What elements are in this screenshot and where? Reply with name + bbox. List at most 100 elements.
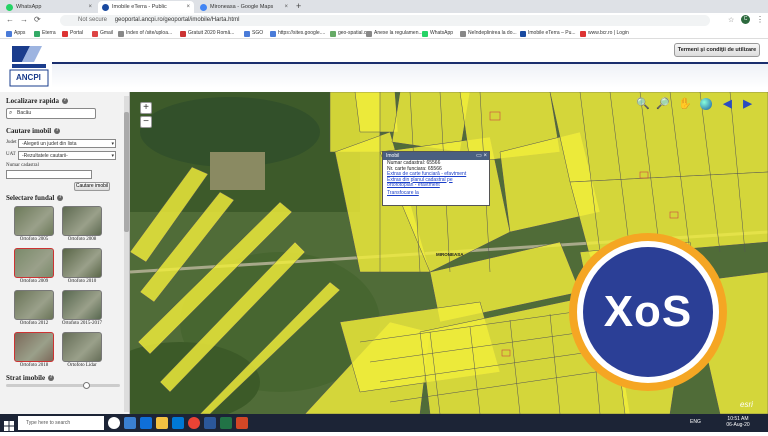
basemap-thumbnail[interactable] — [62, 248, 102, 278]
profile-avatar[interactable]: C — [741, 15, 750, 24]
zoom-out-button[interactable]: − — [140, 116, 152, 128]
county-select[interactable]: -Alegeti un judet din lista ▾ — [18, 139, 116, 148]
bookmark-item[interactable]: WhatsApp — [422, 29, 453, 38]
scrollbar-thumb[interactable] — [124, 112, 129, 232]
word-icon[interactable] — [204, 417, 216, 429]
popup-link-zoom[interactable]: Transfocare la — [383, 190, 489, 197]
county-label: Judet — [6, 140, 17, 145]
parcel-popup: Imobil ▭ × Numar cadastral: 65566 Nr. ca… — [382, 151, 490, 206]
bookmark-item[interactable]: SGO — [244, 29, 263, 38]
popup-close-icon[interactable]: ▭ × — [476, 152, 487, 160]
file-explorer-icon[interactable] — [156, 417, 168, 429]
bookmark-item[interactable]: Portal — [62, 29, 83, 38]
xos-watermark-logo: XoS — [583, 247, 713, 377]
app-icon[interactable] — [236, 417, 248, 429]
google-maps-icon — [200, 4, 207, 11]
basemap-thumbnail-label: Ortofoto Lidar — [67, 363, 97, 368]
terms-button[interactable]: Termeni şi condiţii de utilizare — [674, 43, 760, 57]
basemap-thumbnail[interactable] — [62, 206, 102, 236]
url-input[interactable]: Not secure geoportal.ancpi.ro/geoportal/… — [60, 15, 710, 26]
menu-icon[interactable]: ⋮ — [756, 15, 764, 24]
task-view-icon[interactable] — [124, 417, 136, 429]
tab-whatsapp[interactable]: WhatsApp × — [2, 1, 96, 13]
pan-hand-icon[interactable]: ✋ — [678, 98, 692, 111]
basemap-thumbnail-label: Ortofoto 2010 — [67, 279, 97, 284]
search-title: Cautare imobil? — [6, 127, 61, 135]
basemap-thumbnail[interactable] — [14, 290, 54, 320]
help-icon[interactable]: ? — [48, 375, 55, 382]
help-icon[interactable]: ? — [57, 195, 64, 202]
uat-label: UAT — [6, 152, 16, 157]
bookmark-item[interactable]: https://sites.google.... — [270, 29, 325, 38]
forward-button[interactable]: → — [20, 15, 28, 25]
bookmark-item[interactable]: Gmail — [92, 29, 113, 38]
basemap-thumbnail[interactable] — [14, 206, 54, 236]
layer-opacity-slider[interactable] — [6, 384, 120, 387]
whatsapp-icon — [6, 4, 13, 11]
globe-icon[interactable] — [700, 98, 712, 110]
taskbar-clock[interactable]: 10:51 AM 06-Aug-20 — [718, 416, 758, 428]
slider-handle[interactable] — [82, 382, 90, 389]
quick-locate-input[interactable]: ⌕ Bacău — [6, 108, 96, 119]
zoom-in-button[interactable]: + — [140, 102, 152, 114]
address-bar-row: ← → ⟳ Not secure geoportal.ancpi.ro/geop… — [0, 13, 768, 28]
help-icon[interactable]: ? — [61, 98, 68, 105]
bookmark-item[interactable]: Imobile eTerra – Pu... — [520, 29, 576, 38]
excel-icon[interactable] — [220, 417, 232, 429]
cortana-icon[interactable] — [108, 417, 120, 429]
esri-attribution: esri — [740, 400, 753, 409]
bookmarks-bar: Apps Eterra Portal Gmail Index of /site/uplo… — [0, 28, 768, 39]
cadastral-input[interactable] — [6, 170, 92, 179]
layers-title: Strat imobile? — [6, 374, 55, 382]
bookmark-item[interactable]: Index of /site/uploa... — [118, 29, 172, 38]
bookmark-item[interactable]: Eterra — [34, 29, 56, 38]
close-icon[interactable]: × — [88, 1, 92, 13]
bookmark-item[interactable]: geo-spatial.org — [330, 29, 371, 38]
browser-tab-bar: WhatsApp × Imobile eTerra - Public × Mir… — [0, 0, 768, 13]
basemap-thumbnail-label: Ortofoto 2012 — [19, 321, 49, 326]
help-icon[interactable]: ? — [54, 128, 61, 135]
popup-header: Imobil ▭ × — [383, 152, 489, 160]
arrow-right-icon[interactable]: ▶ — [741, 98, 754, 111]
basemap-thumbnail[interactable] — [14, 248, 54, 278]
cadastral-label: Numar cadastral — [6, 163, 39, 168]
arrow-left-icon[interactable]: ◀ — [721, 98, 734, 111]
header-band — [52, 62, 768, 88]
close-icon[interactable]: × — [284, 1, 288, 13]
chrome-icon[interactable] — [188, 417, 200, 429]
tab-imobile-eterra[interactable]: Imobile eTerra - Public × — [98, 1, 194, 13]
new-tab-button[interactable]: + — [296, 0, 301, 13]
bookmark-item[interactable]: Anexe la regulamen... — [366, 29, 423, 38]
bookmark-item[interactable]: Gratuit 2020 Româ... — [180, 29, 234, 38]
search-icon: ⌕ — [9, 110, 13, 116]
chevron-down-icon: ▾ — [111, 153, 114, 159]
tab-google-maps[interactable]: Mironeasa - Google Maps × — [196, 1, 292, 13]
basemap-thumbnail-label: Ortofoto 2015-2017 — [61, 321, 103, 326]
bookmark-item[interactable]: www.bcr.ro | Login — [580, 29, 629, 38]
basemap-thumbnail-label: Ortofoto 2018 — [19, 363, 49, 368]
store-icon[interactable] — [172, 417, 184, 429]
ancpi-logo[interactable]: ANCPI — [8, 42, 50, 88]
windows-start-icon[interactable] — [4, 418, 14, 431]
bookmark-item[interactable]: Apps — [6, 29, 25, 38]
back-button[interactable]: ← — [6, 15, 14, 25]
edge-icon[interactable] — [140, 417, 152, 429]
basemap-thumbnail-label: Ortofoto 2005 — [19, 237, 49, 242]
reload-button[interactable]: ⟳ — [34, 15, 41, 25]
map-place-label: MIRONEASA — [436, 252, 464, 257]
uat-select[interactable]: -Rezultatele cautarii- ▾ — [18, 151, 116, 160]
basemap-thumbnail[interactable] — [62, 290, 102, 320]
star-icon[interactable]: ☆ — [728, 16, 734, 24]
chevron-down-icon: ▾ — [111, 141, 114, 147]
basemap-thumbnail[interactable] — [62, 332, 102, 362]
language-indicator[interactable]: ENG — [690, 419, 701, 425]
base-title: Selectare fundal? — [6, 194, 64, 202]
zoom-out-tool-icon[interactable]: 🔎 — [656, 98, 670, 111]
bookmark-item[interactable]: Neîndeplinirea la do... — [460, 29, 517, 38]
basemap-thumbnail[interactable] — [14, 332, 54, 362]
zoom-in-tool-icon[interactable]: 🔍 — [636, 98, 650, 111]
close-icon[interactable]: × — [186, 1, 190, 13]
popup-link-plan-cont[interactable]: ortofotoplan - efavtment — [383, 182, 489, 189]
taskbar-search-input[interactable]: Type here to search — [18, 416, 104, 430]
search-button[interactable]: Cautare imobil — [74, 182, 110, 191]
